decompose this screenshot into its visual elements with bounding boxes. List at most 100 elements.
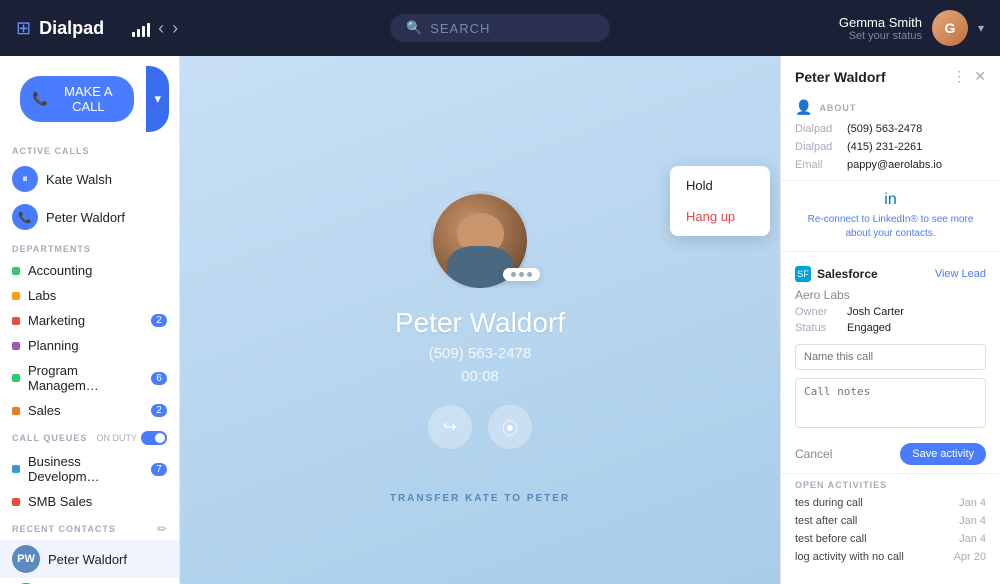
pause-icon: ⏸ bbox=[12, 166, 38, 192]
activity-name-2: test after call bbox=[795, 515, 857, 527]
dept-program-management[interactable]: Program Managem… 6 bbox=[0, 358, 179, 398]
options-bubble[interactable] bbox=[503, 268, 540, 281]
sf-owner-value: Josh Carter bbox=[847, 306, 904, 318]
on-duty-toggle-area: ON DUTY bbox=[97, 431, 168, 445]
dialpad-label-2: Dialpad bbox=[795, 141, 839, 153]
cancel-button[interactable]: Cancel bbox=[795, 447, 832, 461]
peter-avatar: PW bbox=[12, 545, 40, 573]
active-call-peter[interactable]: 📞 Peter Waldorf bbox=[0, 198, 179, 236]
search-bar[interactable]: 🔍 SEARCH bbox=[390, 14, 610, 42]
email-label: Email bbox=[795, 159, 839, 171]
dialpad-icon: ⊞ bbox=[16, 18, 31, 39]
salesforce-icon: SF bbox=[795, 266, 811, 282]
more-options-icon[interactable]: ⋮ bbox=[952, 68, 966, 85]
call-timer: 00:08 bbox=[461, 368, 499, 385]
smb-sales-dot bbox=[12, 498, 20, 506]
activity-row-3: test before call Jan 4 bbox=[781, 530, 1000, 548]
edit-contacts-icon[interactable]: ✏ bbox=[157, 522, 167, 536]
labs-dot bbox=[12, 292, 20, 300]
open-activities-label: OPEN ACTIVITIES bbox=[781, 473, 1000, 494]
activity-name-1: tes during call bbox=[795, 497, 863, 509]
user-name: Gemma Smith bbox=[839, 15, 922, 30]
planning-label: Planning bbox=[28, 338, 167, 353]
dot1 bbox=[511, 272, 516, 277]
sales-label: Sales bbox=[28, 403, 143, 418]
dept-accounting[interactable]: Accounting bbox=[0, 258, 179, 283]
back-button[interactable]: ‹ bbox=[158, 18, 164, 39]
program-mgmt-dot bbox=[12, 374, 20, 382]
hangup-option[interactable]: Hang up bbox=[670, 201, 770, 232]
activity-date-3: Jan 4 bbox=[959, 533, 986, 545]
nav-controls: ‹ › bbox=[132, 18, 178, 39]
person-icon: 👤 bbox=[795, 99, 813, 116]
call-name-input[interactable] bbox=[795, 344, 986, 370]
hold-option[interactable]: Hold bbox=[670, 170, 770, 201]
on-duty-label: ON DUTY bbox=[97, 433, 138, 443]
user-status: Set your status bbox=[839, 30, 922, 42]
sf-status-label: Status bbox=[795, 322, 839, 334]
sales-badge: 2 bbox=[151, 404, 167, 417]
save-activity-button[interactable]: Save activity bbox=[900, 443, 986, 465]
contact-peter-waldorf[interactable]: PW Peter Waldorf bbox=[0, 540, 179, 578]
accounting-dot bbox=[12, 267, 20, 275]
dialpad-row-2: Dialpad (415) 231-2261 bbox=[781, 138, 1000, 156]
activity-btn-row: Cancel Save activity bbox=[781, 439, 1000, 473]
sf-status-value: Engaged bbox=[847, 322, 891, 334]
on-duty-toggle[interactable] bbox=[141, 431, 167, 445]
dialpad-value-2: (415) 231-2261 bbox=[847, 141, 922, 153]
call-actions: ↪ ⦿ bbox=[428, 405, 532, 449]
logo-text: Dialpad bbox=[39, 18, 104, 39]
program-mgmt-label: Program Managem… bbox=[28, 363, 143, 393]
active-call-kate[interactable]: ⏸ Kate Walsh bbox=[0, 160, 179, 198]
dept-planning[interactable]: Planning bbox=[0, 333, 179, 358]
dialpad-value-1: (509) 563-2478 bbox=[847, 123, 922, 135]
marketing-badge: 2 bbox=[151, 314, 167, 327]
view-lead-link[interactable]: View Lead bbox=[935, 268, 986, 280]
contact-leo-fink[interactable]: LF Leo Fink bbox=[0, 578, 179, 584]
panel-header: Peter Waldorf ⋮ ✕ bbox=[781, 56, 1000, 93]
sf-company: Aero Labs bbox=[781, 286, 1000, 304]
linkedin-icon: in bbox=[795, 191, 986, 209]
linkedin-text: Re-connect to LinkedIn® to see more abou… bbox=[795, 213, 986, 241]
search-icon: 🔍 bbox=[406, 20, 422, 36]
forward-button[interactable]: › bbox=[172, 18, 178, 39]
queue-smb-sales[interactable]: SMB Sales bbox=[0, 489, 179, 514]
marketing-label: Marketing bbox=[28, 313, 143, 328]
bar4 bbox=[147, 23, 150, 37]
make-call-button[interactable]: 📞 MAKE A CALL bbox=[20, 76, 134, 122]
user-area: Gemma Smith Set your status G ▾ bbox=[839, 10, 984, 46]
about-label: 👤 ABOUT bbox=[781, 93, 1000, 120]
dialpad-row-1: Dialpad (509) 563-2478 bbox=[781, 120, 1000, 138]
dept-labs[interactable]: Labs bbox=[0, 283, 179, 308]
departments-label: DEPARTMENTS bbox=[0, 236, 179, 258]
dept-marketing[interactable]: Marketing 2 bbox=[0, 308, 179, 333]
about-text: ABOUT bbox=[819, 103, 856, 113]
planning-dot bbox=[12, 342, 20, 350]
accounting-label: Accounting bbox=[28, 263, 167, 278]
call-notes-input[interactable] bbox=[795, 378, 986, 428]
main-content: Hold Hang up Peter Waldorf (509) 563-247… bbox=[180, 56, 780, 584]
chevron-down-icon[interactable]: ▾ bbox=[978, 21, 984, 35]
dot3 bbox=[527, 272, 532, 277]
linkedin-section: in Re-connect to LinkedIn® to see more a… bbox=[781, 180, 1000, 252]
avatar[interactable]: G bbox=[932, 10, 968, 46]
call-options-dropdown: Hold Hang up bbox=[670, 166, 770, 236]
labs-label: Labs bbox=[28, 288, 167, 303]
sf-status-row: Status Engaged bbox=[781, 320, 1000, 336]
transfer-banner: TRANSFER KATE TO PETER bbox=[180, 493, 780, 504]
make-call-dropdown[interactable]: ▾ bbox=[146, 66, 169, 132]
transfer-button[interactable]: ↪ bbox=[428, 405, 472, 449]
voicemail-button[interactable]: ⦿ bbox=[488, 405, 532, 449]
caller-number: (509) 563-2478 bbox=[429, 345, 532, 362]
phone-active-icon: 📞 bbox=[12, 204, 38, 230]
queue-business-dev[interactable]: Business Developm… 7 bbox=[0, 449, 179, 489]
dept-sales[interactable]: Sales 2 bbox=[0, 398, 179, 423]
call-queues-label: CALL QUEUES bbox=[12, 433, 87, 443]
activity-date-1: Jan 4 bbox=[959, 497, 986, 509]
activity-date-4: Apr 20 bbox=[954, 551, 986, 563]
recent-contacts-header: RECENT CONTACTS ✏ bbox=[0, 514, 179, 540]
sf-owner-label: Owner bbox=[795, 306, 839, 318]
activity-row-4: log activity with no call Apr 20 bbox=[781, 548, 1000, 566]
activity-date-2: Jan 4 bbox=[959, 515, 986, 527]
close-icon[interactable]: ✕ bbox=[974, 68, 986, 85]
